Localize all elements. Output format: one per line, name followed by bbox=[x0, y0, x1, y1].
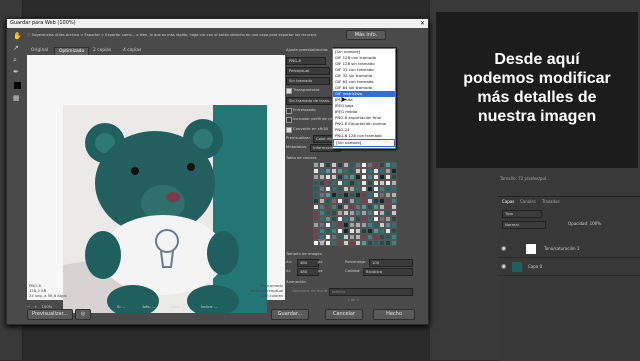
close-icon[interactable]: ✕ bbox=[420, 19, 425, 28]
width-label: An: bbox=[286, 259, 293, 264]
quality-select[interactable]: Bicúbica bbox=[363, 268, 413, 276]
eye-icon[interactable]: ◉ bbox=[501, 245, 506, 252]
color-count: 256 bbox=[318, 238, 326, 243]
slice-select-icon[interactable]: ↗ bbox=[13, 44, 19, 52]
teddy-bear-image bbox=[63, 105, 267, 313]
tips-text: Sugerencias útiles Archivo > Exportar > … bbox=[31, 33, 317, 37]
frame-counter: 1 de 1 bbox=[347, 297, 359, 302]
toggle-slices-icon[interactable]: ▦ bbox=[13, 94, 20, 102]
color-table-label: Tabla de colores bbox=[286, 155, 317, 160]
browser-icon[interactable]: ◎ bbox=[75, 309, 91, 320]
layer-thumbnail bbox=[526, 244, 536, 254]
caption-text: Desde aquí podemos modificar más detalle… bbox=[436, 50, 638, 126]
preset-label: Ajuste preestablecido: bbox=[286, 47, 329, 52]
preset-option[interactable]: [Sin nombre] bbox=[333, 139, 395, 147]
interlaced-label: Entrelazado bbox=[293, 107, 316, 112]
tab-4-up[interactable]: 4 copias bbox=[119, 47, 145, 55]
layer-row[interactable]: ◉ Tono/saturación 1 bbox=[498, 241, 640, 258]
width-input[interactable]: 480 bbox=[297, 259, 319, 267]
color-swatch[interactable] bbox=[391, 240, 397, 246]
transparency-checkbox[interactable] bbox=[286, 88, 292, 94]
dialog-tools: ✋ ↗ ⌕ ✒ ▦ bbox=[11, 32, 25, 242]
preview-label: Previsualizar: bbox=[286, 135, 312, 140]
alpha-readout: Alfa: -- bbox=[142, 304, 155, 309]
hand-tool-icon[interactable]: ✋ bbox=[13, 32, 22, 40]
tab-channels[interactable]: Canales bbox=[520, 199, 536, 204]
download-time-stat: 24 seg. a 56,6 Kbps bbox=[29, 293, 67, 298]
properties-readout: Tamaño: 72 píxeles/pul... bbox=[500, 176, 550, 181]
caption-overlay: Desde aquí podemos modificar más detalle… bbox=[436, 12, 638, 168]
animation-label: Animación bbox=[286, 279, 306, 284]
save-button[interactable]: Guardar... bbox=[271, 309, 309, 320]
tips-bar: ⓘ Sugerencias útiles Archivo > Exportar … bbox=[27, 31, 327, 39]
caption-line: nuestra imagen bbox=[477, 108, 597, 125]
done-button[interactable]: Hecho bbox=[373, 309, 415, 320]
tab-paths[interactable]: Trazados bbox=[542, 199, 560, 204]
metadata-label: Metadatos: bbox=[286, 144, 308, 149]
eyedropper-icon[interactable]: ✒ bbox=[13, 68, 19, 76]
transparency-label: Transparencia bbox=[293, 87, 320, 92]
cancel-button[interactable]: Cancelar bbox=[325, 309, 363, 320]
info-icon: ⓘ bbox=[27, 33, 31, 37]
height-label: Al: bbox=[286, 268, 291, 273]
zoom-icon[interactable]: ⌕ bbox=[13, 56, 17, 65]
embed-profile-label: Incrustar perfil de co... bbox=[293, 116, 337, 121]
index-readout: Índice: -- bbox=[200, 304, 218, 309]
green-readout: G: -- bbox=[91, 304, 101, 309]
layer-name: Capa 0 bbox=[528, 264, 543, 269]
opacity-readout[interactable]: Opacidad: 100% bbox=[568, 221, 601, 227]
quality-label: Calidad: bbox=[345, 268, 361, 273]
dialog-title-bar: Guardar para Web (100%) ✕ bbox=[7, 19, 428, 28]
mouse-cursor-icon: ➤ bbox=[340, 95, 347, 104]
more-info-button[interactable]: Más info. bbox=[346, 30, 386, 40]
tab-original[interactable]: Original bbox=[27, 47, 52, 55]
tab-layers[interactable]: Capas bbox=[502, 199, 514, 204]
width-unit: px bbox=[318, 259, 323, 264]
dither-select[interactable]: Sin tramado bbox=[286, 77, 330, 85]
height-unit: px bbox=[318, 268, 323, 273]
percent-input[interactable]: 100 bbox=[369, 259, 413, 267]
eye-icon[interactable]: ◉ bbox=[501, 263, 506, 270]
teddy-bear-illustration bbox=[63, 105, 267, 313]
tab-2-up[interactable]: 2 copias bbox=[89, 47, 115, 55]
convert-srgb-checkbox[interactable] bbox=[286, 127, 292, 133]
caption-line: más detalles de bbox=[477, 89, 597, 106]
image-size-label: Tamaño de imagen bbox=[286, 251, 323, 256]
transparency-dither-select[interactable]: Sin tramado de trans... bbox=[286, 97, 338, 105]
height-input[interactable]: 480 bbox=[297, 268, 319, 276]
colors-stat: 256 colores bbox=[260, 293, 283, 298]
dialog-title: Guardar para Web (100%) bbox=[10, 20, 76, 26]
caption-line: podemos modificar bbox=[463, 70, 611, 87]
format-select[interactable]: PNG-8 bbox=[286, 57, 326, 65]
layer-row[interactable]: ◉ Capa 0 bbox=[498, 259, 640, 276]
layers-panel: Capas Canales Trazados Tipo Normal Opaci… bbox=[498, 196, 640, 361]
eyedropper-color-swatch[interactable] bbox=[14, 82, 21, 89]
preview-area[interactable]: PNG-8 128,2 KB 24 seg. a 56,6 Kbps 0% tr… bbox=[27, 55, 285, 313]
convert-srgb-label: Convertir en sRGB bbox=[293, 126, 328, 131]
caption-line: Desde aquí bbox=[494, 51, 580, 68]
embed-profile-checkbox[interactable] bbox=[286, 117, 292, 123]
color-table[interactable] bbox=[313, 162, 397, 246]
preview-in-browser-button[interactable]: Previsualizar... bbox=[27, 309, 73, 320]
layer-thumbnail bbox=[512, 262, 522, 272]
percent-label: Porcentaje: bbox=[345, 259, 367, 264]
layer-name: Tono/saturación 1 bbox=[544, 246, 580, 251]
reduction-select[interactable]: Perceptual bbox=[286, 67, 330, 75]
loop-label: Opciones de bucle: bbox=[292, 288, 329, 293]
layer-kind-filter[interactable]: Tipo bbox=[502, 210, 542, 218]
blue-readout: B: -- bbox=[117, 304, 125, 309]
hex-readout: Hex: -- bbox=[171, 304, 185, 309]
interlaced-checkbox[interactable] bbox=[286, 108, 292, 114]
loop-select[interactable]: Infinito bbox=[329, 288, 413, 296]
blend-mode-select[interactable]: Normal bbox=[502, 221, 546, 229]
